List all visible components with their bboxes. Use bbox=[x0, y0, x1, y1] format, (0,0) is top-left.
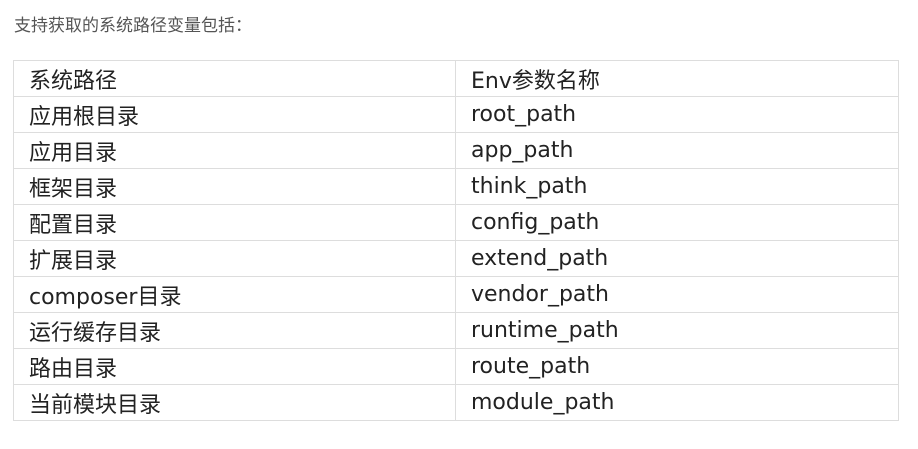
system-path-cell: 扩展目录 bbox=[13, 240, 456, 277]
table-row: 当前模块目录 module_path bbox=[13, 384, 899, 421]
system-path-cell: composer目录 bbox=[13, 276, 456, 313]
table-row: 配置目录 config_path bbox=[13, 204, 899, 241]
env-param-cell: runtime_path bbox=[455, 312, 899, 349]
header-system-path: 系统路径 bbox=[13, 60, 456, 97]
system-path-cell: 路由目录 bbox=[13, 348, 456, 385]
system-path-cell: 应用根目录 bbox=[13, 96, 456, 133]
system-path-cell: 配置目录 bbox=[13, 204, 456, 241]
env-param-cell: app_path bbox=[455, 132, 899, 169]
env-param-cell: root_path bbox=[455, 96, 899, 133]
table-row: 扩展目录 extend_path bbox=[13, 240, 899, 277]
table-header-row: 系统路径 Env参数名称 bbox=[13, 60, 899, 97]
table-row: 运行缓存目录 runtime_path bbox=[13, 312, 899, 349]
system-path-cell: 当前模块目录 bbox=[13, 384, 456, 421]
env-param-cell: route_path bbox=[455, 348, 899, 385]
env-param-cell: config_path bbox=[455, 204, 899, 241]
table-row: 应用根目录 root_path bbox=[13, 96, 899, 133]
env-param-cell: think_path bbox=[455, 168, 899, 205]
env-param-cell: module_path bbox=[455, 384, 899, 421]
path-variables-table: 系统路径 Env参数名称 应用根目录 root_path 应用目录 app_pa… bbox=[13, 60, 899, 421]
env-param-cell: vendor_path bbox=[455, 276, 899, 313]
header-env-param-name: Env参数名称 bbox=[455, 60, 899, 97]
table-row: composer目录 vendor_path bbox=[13, 276, 899, 313]
env-param-cell: extend_path bbox=[455, 240, 899, 277]
system-path-cell: 框架目录 bbox=[13, 168, 456, 205]
table-row: 框架目录 think_path bbox=[13, 168, 899, 205]
intro-text: 支持获取的系统路径变量包括： bbox=[14, 16, 252, 36]
table-row: 路由目录 route_path bbox=[13, 348, 899, 385]
table-row: 应用目录 app_path bbox=[13, 132, 899, 169]
system-path-cell: 应用目录 bbox=[13, 132, 456, 169]
system-path-cell: 运行缓存目录 bbox=[13, 312, 456, 349]
